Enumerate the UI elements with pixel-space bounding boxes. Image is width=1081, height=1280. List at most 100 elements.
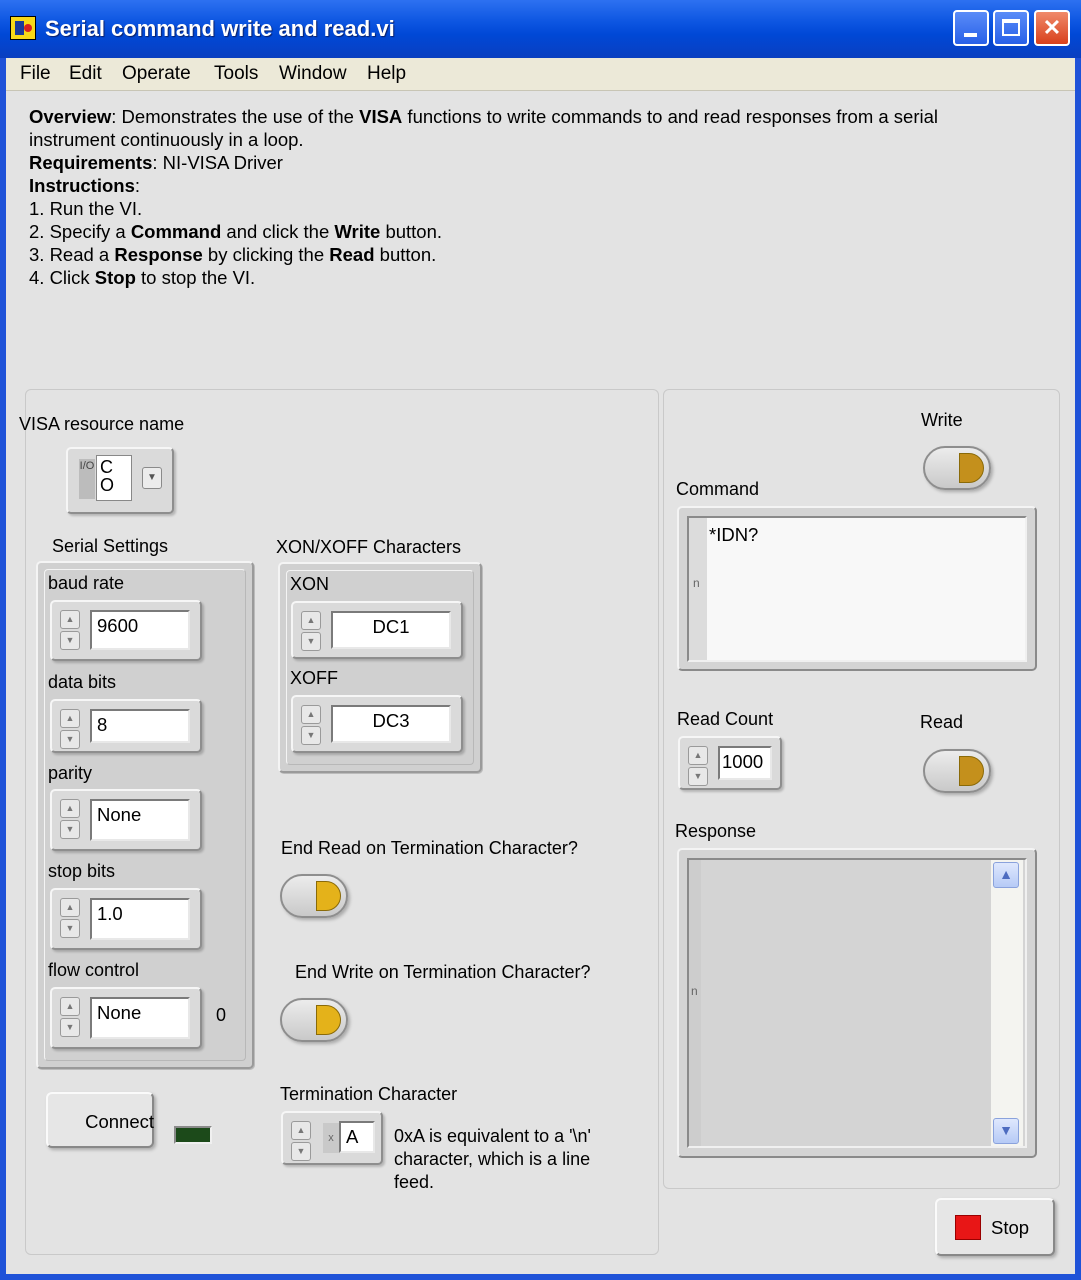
end-write-label: End Write on Termination Character? [295,962,591,982]
xoff-label: XOFF [290,668,338,688]
read-label: Read [920,712,964,732]
spin-down-icon[interactable]: ▼ [60,1018,80,1037]
scroll-up-icon[interactable]: ▲ [993,862,1019,888]
spin-down-icon[interactable]: ▼ [60,820,80,839]
read-button[interactable] [923,749,991,793]
stop-button[interactable]: Stop [935,1198,1055,1256]
front-panel: Overview: Demonstrates the use of the VI… [6,91,1075,1274]
instructions-colon: : [134,175,141,196]
led-icon [316,1005,341,1035]
spin-down-icon[interactable]: ▼ [301,726,321,745]
connect-button[interactable]: Connect [46,1092,154,1148]
menu-window[interactable]: Window [279,63,347,85]
close-icon: ✕ [1042,15,1062,40]
baud-rate-label: baud rate [48,573,125,593]
description-text: Overview: Demonstrates the use of the VI… [29,105,1019,289]
write-button[interactable] [923,446,991,490]
flow-control-control[interactable]: ▲ ▼ None [50,987,202,1049]
instructions-label: Instructions [29,175,135,196]
command-input[interactable]: n *IDN? [687,516,1027,662]
display-mode-indicator: n [691,984,698,998]
parity-field[interactable]: None [90,799,190,841]
maximize-icon [1002,19,1020,36]
window-title: Serial command write and read.vi [45,16,395,41]
visa-resource-control[interactable]: I/O C O ▼ [66,447,174,514]
spin-up-icon[interactable]: ▲ [301,705,321,724]
step-2: 2. Specify a Command and click the Write… [29,221,443,242]
menu-operate[interactable]: Operate [122,63,191,85]
spin-down-icon[interactable]: ▼ [60,631,80,650]
data-bits-field[interactable]: 8 [90,709,190,743]
end-read-toggle[interactable] [280,874,348,918]
spin-up-icon[interactable]: ▲ [688,746,708,765]
xoff-control[interactable]: ▲ ▼ DC3 [291,695,463,753]
xon-field[interactable]: DC1 [331,611,451,649]
minimize-button[interactable] [953,10,989,46]
spin-up-icon[interactable]: ▲ [60,898,80,917]
connect-label: Connect [85,1111,154,1132]
response-output[interactable]: n ▲ ▼ [687,858,1027,1148]
menu-file[interactable]: File [20,63,51,85]
menu-help[interactable]: Help [367,63,406,85]
spin-up-icon[interactable]: ▲ [60,799,80,818]
title-bar[interactable]: Serial command write and read.vi ✕ [0,0,1081,58]
spin-down-icon[interactable]: ▼ [60,730,80,749]
end-read-label: End Read on Termination Character? [281,838,578,858]
flow-control-index: 0 [216,1005,227,1025]
visa-resource-label: VISA resource name [19,414,185,434]
stop-bits-field[interactable]: 1.0 [90,898,190,940]
dropdown-icon[interactable]: ▼ [142,467,162,489]
scroll-down-icon[interactable]: ▼ [993,1118,1019,1144]
requirements-text: : NI-VISA Driver [152,152,283,173]
parity-control[interactable]: ▲ ▼ None [50,789,202,851]
spin-up-icon[interactable]: ▲ [301,611,321,630]
baud-rate-control[interactable]: ▲ ▼ 9600 [50,600,202,661]
step-4: 4. Click Stop to stop the VI. [29,267,256,288]
baud-rate-field[interactable]: 9600 [90,610,190,650]
app-window: Serial command write and read.vi ✕ File … [0,0,1081,1280]
response-box: n ▲ ▼ [677,848,1037,1158]
termination-control[interactable]: ▲ ▼ x A [281,1111,383,1165]
xon-control[interactable]: ▲ ▼ DC1 [291,601,463,659]
read-count-label: Read Count [677,709,774,729]
end-write-toggle[interactable] [280,998,348,1042]
close-button[interactable]: ✕ [1034,10,1070,46]
led-icon [316,881,341,911]
xon-label: XON [290,574,330,594]
spin-down-icon[interactable]: ▼ [301,632,321,651]
flow-control-field[interactable]: None [90,997,190,1039]
menu-tools[interactable]: Tools [214,63,258,85]
write-label: Write [921,410,963,430]
data-bits-control[interactable]: ▲ ▼ 8 [50,699,202,753]
led-icon [959,756,984,786]
xoff-field[interactable]: DC3 [331,705,451,743]
response-scrollbar[interactable]: ▲ ▼ [991,860,1023,1146]
overview-label: Overview [29,106,112,127]
menu-edit[interactable]: Edit [69,63,102,85]
data-bits-label: data bits [48,672,117,692]
display-mode-indicator: n [693,576,700,590]
stop-label: Stop [991,1217,1030,1238]
stop-square-icon [955,1215,981,1240]
spin-up-icon[interactable]: ▲ [60,997,80,1016]
visa-resource-field[interactable]: C O [96,455,132,501]
command-label: Command [676,479,760,499]
termination-label: Termination Character [280,1084,458,1104]
spin-down-icon[interactable]: ▼ [60,919,80,938]
stop-bits-label: stop bits [48,861,116,881]
read-count-field[interactable]: 1000 [718,746,772,780]
stop-bits-control[interactable]: ▲ ▼ 1.0 [50,888,202,950]
termination-field[interactable]: A [339,1121,375,1153]
spin-up-icon[interactable]: ▲ [60,709,80,728]
serial-settings-label: Serial Settings [52,536,169,556]
spin-down-icon[interactable]: ▼ [688,767,708,786]
termination-note: 0xA is equivalent to a '\n' character, w… [394,1126,591,1192]
command-text: *IDN? [709,524,759,545]
spin-up-icon[interactable]: ▲ [291,1121,311,1140]
io-icon: I/O [79,459,95,499]
spin-down-icon[interactable]: ▼ [291,1142,311,1161]
read-count-control[interactable]: ▲ ▼ 1000 [678,736,782,790]
maximize-button[interactable] [993,10,1029,46]
response-label: Response [675,821,757,841]
spin-up-icon[interactable]: ▲ [60,610,80,629]
